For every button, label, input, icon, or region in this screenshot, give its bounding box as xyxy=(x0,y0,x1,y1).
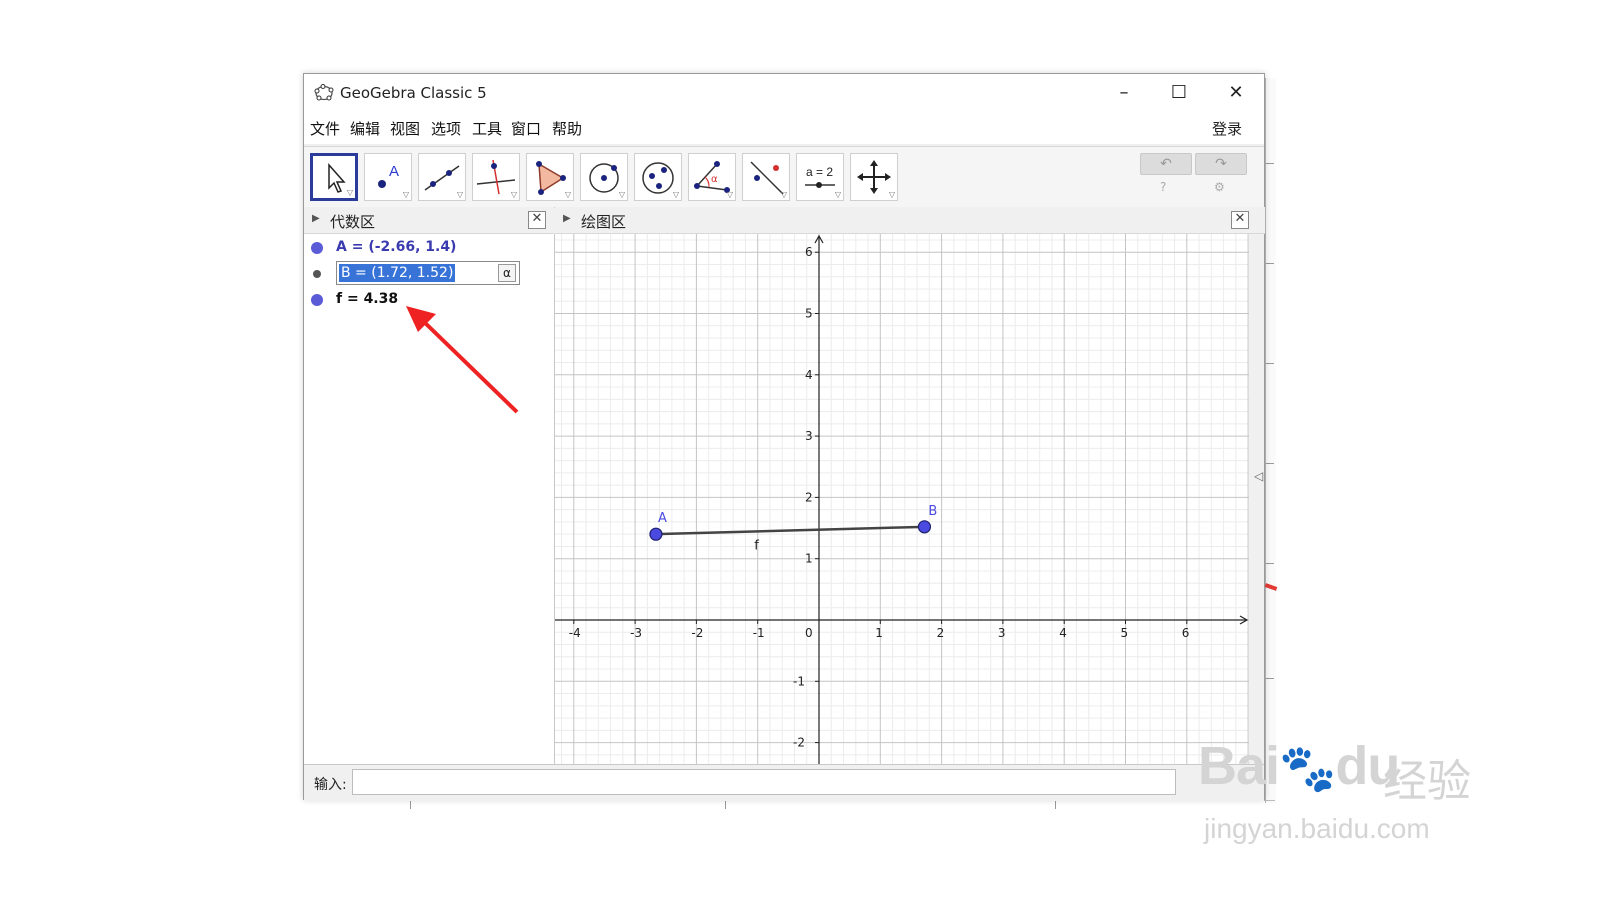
perpendicular-line-tool-button[interactable]: ▽ xyxy=(472,153,520,201)
slider-tool-button[interactable]: a = 2 ▽ xyxy=(796,153,844,201)
point-tool-button[interactable]: A ▽ xyxy=(364,153,412,201)
graphics-view-header: ▶ 绘图区 ✕ xyxy=(555,207,1265,234)
menu-help[interactable]: 帮助 xyxy=(552,118,582,139)
y-tick-label: 2 xyxy=(805,490,813,504)
close-algebra-view-icon[interactable]: ✕ xyxy=(528,211,546,229)
y-tick-label: 5 xyxy=(805,307,813,321)
baidu-watermark: Bai🐾du 经验 jingyan.baidu.com xyxy=(1198,705,1498,855)
menu-options[interactable]: 选项 xyxy=(431,118,461,139)
coordinate-plane[interactable]: -4 -3 -2 -1 0 1 2 3 4 5 6 6 5 4 3 2 1 -1 -2 f A B xyxy=(555,234,1249,764)
maximize-button[interactable]: ☐ xyxy=(1156,78,1202,108)
svg-text:a = 2: a = 2 xyxy=(806,165,833,179)
toolbar: ▽ A ▽ ▽ ▽ ▽ ▽ ▽ α ▽ ▽ a = 2 ▽ ▽ ↶ ↷ ? ⚙ xyxy=(304,146,1264,208)
y-tick-label: 4 xyxy=(805,368,813,382)
undo-button[interactable]: ↶ xyxy=(1140,153,1192,175)
polygon-tool-button[interactable]: ▽ xyxy=(526,153,574,201)
x-tick-label: -4 xyxy=(569,626,581,640)
x-tick-label: -3 xyxy=(630,626,642,640)
point-a[interactable] xyxy=(649,527,663,541)
geogebra-logo-icon xyxy=(314,84,334,101)
background-window-bottom xyxy=(395,800,1275,811)
input-bar: 输入: xyxy=(304,764,1264,801)
watermark-url: jingyan.baidu.com xyxy=(1204,813,1430,844)
x-tick-label: 5 xyxy=(1121,626,1129,640)
input-field[interactable] xyxy=(352,769,1176,795)
menu-window[interactable]: 窗口 xyxy=(511,118,541,139)
y-tick-label: 1 xyxy=(805,552,813,566)
input-label: 输入: xyxy=(314,777,347,793)
menu-file[interactable]: 文件 xyxy=(310,118,340,139)
algebra-row-a[interactable]: A = (-2.66, 1.4) xyxy=(304,237,554,259)
menu-bar: 文件 编辑 视图 选项 工具 窗口 帮助 登录 xyxy=(304,112,1264,144)
point-b[interactable] xyxy=(917,520,932,534)
major-grid xyxy=(555,234,1249,764)
redo-button[interactable]: ↷ xyxy=(1195,153,1247,175)
svg-text:A: A xyxy=(389,163,399,180)
title-bar: GeoGebra Classic 5 – ☐ ✕ xyxy=(304,74,1264,112)
minimize-button[interactable]: – xyxy=(1101,78,1147,108)
move-tool-button[interactable]: ▽ xyxy=(310,153,358,201)
x-tick-label: 0 xyxy=(805,626,813,640)
ellipse-tool-button[interactable]: ▽ xyxy=(634,153,682,201)
algebra-view-header: ▶ 代数区 ✕ xyxy=(304,207,554,234)
graphics-collapse-caret-icon[interactable]: ▶ xyxy=(563,213,571,224)
y-tick-label: -2 xyxy=(793,736,805,750)
svg-text:α: α xyxy=(711,174,718,185)
algebra-view-title: 代数区 xyxy=(330,213,376,231)
close-graphics-view-icon[interactable]: ✕ xyxy=(1231,211,1249,229)
line-tool-button[interactable]: ▽ xyxy=(418,153,466,201)
menu-edit[interactable]: 编辑 xyxy=(350,118,380,139)
x-tick-label: -1 xyxy=(753,626,765,640)
geogebra-window: GeoGebra Classic 5 – ☐ ✕ 文件 编辑 视图 选项 工具 … xyxy=(303,73,1265,801)
algebra-text-a: A = (-2.66, 1.4) xyxy=(336,239,457,255)
x-tick-labels: -4 -3 -2 -1 0 1 2 3 4 5 6 xyxy=(569,620,1190,640)
x-tick-label: 2 xyxy=(937,626,945,640)
y-tick-label: 3 xyxy=(805,429,813,443)
x-tick-label: 4 xyxy=(1059,626,1067,640)
watermark-logo: Bai🐾du xyxy=(1198,736,1400,796)
point-a-label[interactable]: A xyxy=(658,511,667,526)
graphics-view[interactable]: -4 -3 -2 -1 0 1 2 3 4 5 6 6 5 4 3 2 1 -1 -2 f A B xyxy=(555,234,1249,764)
window-title: GeoGebra Classic 5 xyxy=(340,84,487,102)
watermark-cn: 经验 xyxy=(1383,756,1471,807)
segment-f-label[interactable]: f xyxy=(754,539,759,554)
angle-tool-button[interactable]: α ▽ xyxy=(688,153,736,201)
x-tick-label: 6 xyxy=(1182,626,1190,640)
x-tick-label: 3 xyxy=(998,626,1006,640)
visibility-toggle-a[interactable] xyxy=(311,242,323,254)
graphics-view-title: 绘图区 xyxy=(581,213,627,231)
login-link[interactable]: 登录 xyxy=(1212,118,1242,139)
alpha-symbol-button[interactable]: α xyxy=(498,264,516,282)
reflect-tool-button[interactable]: ▽ xyxy=(742,153,790,201)
background-window-edge xyxy=(1265,78,1276,803)
algebra-view: A = (-2.66, 1.4) B = (1.72, 1.52) α f = … xyxy=(304,234,555,764)
x-tick-label: 1 xyxy=(875,626,883,640)
menu-view[interactable]: 视图 xyxy=(390,118,420,139)
y-tick-label: 6 xyxy=(805,245,813,259)
algebra-collapse-caret-icon[interactable]: ▶ xyxy=(312,213,320,224)
menu-tools[interactable]: 工具 xyxy=(472,118,502,139)
visibility-toggle-f[interactable] xyxy=(311,294,323,306)
y-tick-label: -1 xyxy=(793,674,805,688)
algebra-edit-field-b[interactable]: B = (1.72, 1.52) α xyxy=(336,261,520,285)
close-window-button[interactable]: ✕ xyxy=(1213,78,1259,108)
move-graphics-view-button[interactable]: ▽ xyxy=(850,153,898,201)
paw-icon: 🐾 xyxy=(1279,742,1336,794)
selected-text-b: B = (1.72, 1.52) xyxy=(339,264,456,282)
help-icon[interactable]: ? xyxy=(1160,180,1166,194)
x-tick-label: -2 xyxy=(691,626,703,640)
algebra-row-f[interactable]: f = 4.38 xyxy=(304,289,554,311)
point-b-label[interactable]: B xyxy=(928,504,937,519)
algebra-row-b[interactable]: B = (1.72, 1.52) α xyxy=(304,261,554,285)
visibility-toggle-b[interactable] xyxy=(313,270,321,278)
settings-gear-icon[interactable]: ⚙ xyxy=(1214,180,1225,194)
algebra-text-f: f = 4.38 xyxy=(336,291,399,307)
circle-tool-button[interactable]: ▽ xyxy=(580,153,628,201)
expand-sidebar-caret-icon[interactable]: ◁ xyxy=(1254,469,1263,483)
